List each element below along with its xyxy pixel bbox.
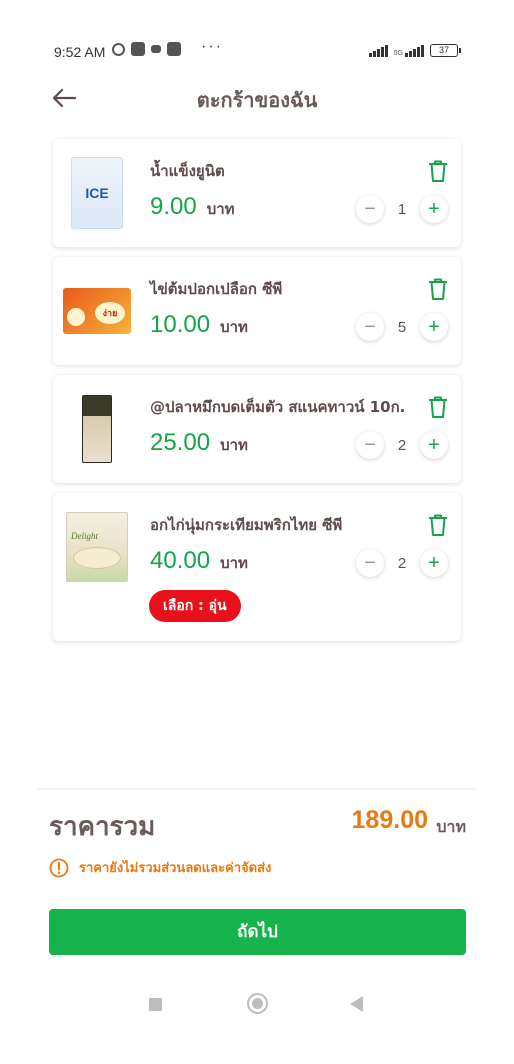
next-button[interactable]: ถัดไป [49, 909, 466, 955]
warning-icon [49, 858, 69, 877]
price-value: 10.00 [150, 311, 211, 338]
quantity-stepper: − 1 + [356, 195, 448, 223]
quantity-value: 2 [397, 554, 407, 572]
summary-divider [38, 788, 476, 790]
quantity-value: 5 [397, 318, 407, 336]
quantity-stepper: − 5 + [356, 313, 448, 341]
price-notice: ราคายังไม่รวมส่วนลดและค่าจัดส่ง [49, 857, 271, 878]
price-unit: บาท [206, 200, 235, 218]
delete-button[interactable] [427, 277, 449, 301]
system-back-button[interactable] [350, 996, 363, 1012]
product-image-label: ง่าย [102, 309, 118, 319]
price-unit: บาท [220, 318, 248, 336]
system-nav-bar [0, 985, 514, 1025]
trash-icon [429, 514, 447, 536]
delete-button[interactable] [427, 159, 449, 183]
item-name: น้ำแข็งยูนิต [150, 162, 225, 180]
quantity-value: 1 [397, 200, 407, 218]
price-unit: บาท [220, 436, 248, 454]
delete-button[interactable] [427, 513, 449, 537]
increase-button[interactable]: + [420, 431, 448, 459]
price-value: 40.00 [150, 547, 211, 574]
product-image [63, 389, 131, 469]
price-unit: บาท [220, 554, 248, 572]
cart-item: ง่าย ไข่ต้มปอกเปลือก ซีพี 10.00 บาท − 5 … [53, 257, 461, 365]
more-notifications-icon: ··· [201, 38, 223, 55]
item-name: @ปลาหมึกบดเต็มตัว สแนคทาวน์ 10ก. [150, 398, 406, 416]
price-value: 25.00 [150, 429, 211, 456]
decrease-button[interactable]: − [356, 549, 384, 577]
increase-button[interactable]: + [420, 195, 448, 223]
item-name: อกไก่นุ่มกระเทียมพริกไทย ซีพี [150, 516, 343, 534]
signal-icon [405, 45, 424, 57]
quantity-stepper: − 2 + [356, 549, 448, 577]
notice-text: ราคายังไม่รวมส่วนลดและค่าจัดส่ง [79, 861, 272, 876]
battery-icon: 37 [430, 44, 461, 57]
product-image: ง่าย [63, 271, 131, 351]
item-price: 25.00 บาท [150, 429, 248, 457]
status-time: 9:52 AM [54, 44, 106, 60]
app-notification-icon [131, 42, 145, 56]
product-image: Delight [63, 507, 131, 587]
status-bar: 9:52 AM ··· 5G 37 [0, 0, 514, 60]
price-value: 9.00 [150, 193, 197, 220]
item-price: 10.00 บาท [150, 311, 248, 339]
trash-icon [429, 278, 447, 300]
cart-item: Delight อกไก่นุ่มกระเทียมพริกไทย ซีพี 40… [53, 493, 461, 641]
delete-button[interactable] [427, 395, 449, 419]
increase-button[interactable]: + [420, 549, 448, 577]
cart-item: @ปลาหมึกบดเต็มตัว สแนคทาวน์ 10ก. 25.00 บ… [53, 375, 461, 483]
decrease-button[interactable]: − [356, 195, 384, 223]
mail-icon [151, 45, 161, 53]
total-label: ราคารวม [49, 812, 156, 842]
notification-icons [112, 42, 181, 56]
quantity-stepper: − 2 + [356, 431, 448, 459]
recent-apps-button[interactable] [149, 998, 162, 1011]
item-name: ไข่ต้มปอกเปลือก ซีพี [150, 280, 283, 298]
sync-icon [112, 42, 125, 56]
decrease-button[interactable]: − [356, 313, 384, 341]
decrease-button[interactable]: − [356, 431, 384, 459]
product-image-label: Delight [71, 531, 98, 541]
quantity-value: 2 [397, 436, 407, 454]
trash-icon [429, 160, 447, 182]
increase-button[interactable]: + [420, 313, 448, 341]
item-price: 40.00 บาท [150, 547, 248, 575]
product-image: ICE [63, 153, 131, 233]
total-value: 189.00 [351, 806, 428, 834]
system-indicators: 5G 37 [368, 44, 461, 57]
network-label: 5G [393, 50, 403, 57]
trash-icon [429, 396, 447, 418]
signal-icon [368, 45, 388, 57]
product-image-label: ICE [85, 185, 109, 201]
home-button[interactable] [247, 993, 268, 1014]
cart-item: ICE น้ำแข็งยูนิต 9.00 บาท − 1 + [53, 139, 461, 247]
option-chip[interactable]: เลือก : อุ่น [149, 590, 241, 622]
item-price: 9.00 บาท [150, 193, 235, 221]
page-title: ตะกร้าของฉัน [196, 88, 318, 112]
total-unit: บาท [436, 817, 466, 836]
app-notification-icon [167, 42, 181, 56]
